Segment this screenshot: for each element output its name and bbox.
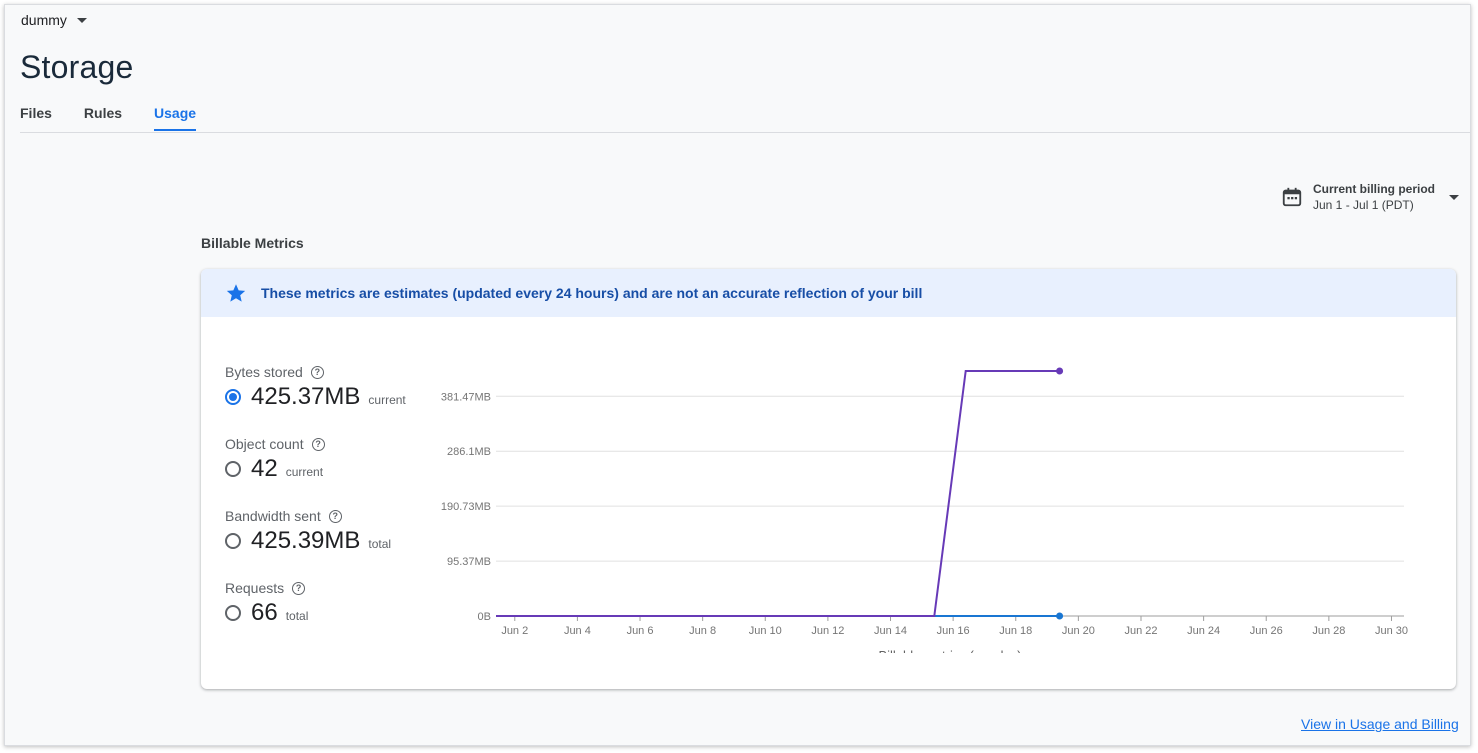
billing-period-range: Jun 1 - Jul 1 (PDT) bbox=[1313, 198, 1414, 212]
y-tick-label: 95.37MB bbox=[447, 556, 491, 568]
metric-label: Bytes stored ? bbox=[225, 363, 406, 381]
x-tick-label: Jun 12 bbox=[811, 625, 844, 637]
metric-value: 66 bbox=[251, 599, 278, 626]
bytes-stored-radio[interactable] bbox=[225, 389, 241, 405]
help-icon[interactable]: ? bbox=[311, 437, 325, 451]
y-tick-label: 190.73MB bbox=[441, 501, 491, 513]
x-axis-label: Billable metrics (per day) bbox=[878, 648, 1021, 653]
metric-label: Object count ? bbox=[225, 435, 406, 453]
metric-label-text: Object count bbox=[225, 436, 304, 452]
metric-value: 425.39MB bbox=[251, 527, 361, 554]
metric-label: Requests ? bbox=[225, 579, 406, 597]
notice-text: These metrics are estimates (updated eve… bbox=[261, 285, 923, 301]
metric-unit: total bbox=[285, 609, 309, 623]
chevron-down-icon bbox=[76, 17, 87, 23]
billing-period-title: Current billing period bbox=[1313, 182, 1435, 196]
metric-value-row: 425.37MB current bbox=[225, 383, 406, 411]
billing-period-text: Current billing period Jun 1 - Jul 1 (PD… bbox=[1313, 181, 1435, 213]
x-tick-label: Jun 18 bbox=[999, 625, 1032, 637]
metric-object-count: Object count ? 42 current bbox=[225, 435, 406, 507]
metric-unit: total bbox=[368, 537, 392, 551]
metric-requests: Requests ? 66 total bbox=[225, 579, 406, 651]
y-tick-label: 286.1MB bbox=[447, 446, 491, 458]
metric-value: 425.37MB bbox=[251, 383, 361, 410]
x-tick-label: Jun 10 bbox=[749, 625, 782, 637]
metric-value-row: 42 current bbox=[225, 455, 406, 483]
series-point bbox=[1056, 612, 1064, 620]
metric-value-row: 66 total bbox=[225, 599, 406, 627]
x-tick-label: Jun 8 bbox=[689, 625, 716, 637]
x-tick-label: Jun 6 bbox=[627, 625, 654, 637]
metric-bytes-stored: Bytes stored ? 425.37MB current bbox=[225, 363, 406, 435]
metric-bandwidth-sent: Bandwidth sent ? 425.39MB total bbox=[225, 507, 406, 579]
tab-files[interactable]: Files bbox=[20, 101, 52, 131]
metric-list: Bytes stored ? 425.37MB current Object c… bbox=[225, 363, 406, 651]
series-line bbox=[496, 370, 1060, 617]
y-tick-label: 0B bbox=[478, 611, 491, 623]
tab-rules[interactable]: Rules bbox=[84, 101, 122, 131]
tab-bar: Files Rules Usage bbox=[20, 101, 228, 131]
calendar-icon bbox=[1282, 187, 1302, 207]
x-tick-label: Jun 2 bbox=[501, 625, 528, 637]
x-tick-label: Jun 30 bbox=[1375, 625, 1408, 637]
x-tick-label: Jun 28 bbox=[1312, 625, 1345, 637]
tabs-divider bbox=[20, 132, 1470, 133]
metric-value: 42 bbox=[251, 455, 278, 482]
x-tick-label: Jun 20 bbox=[1062, 625, 1095, 637]
requests-radio[interactable] bbox=[225, 605, 241, 621]
chevron-down-icon bbox=[1449, 194, 1459, 200]
metric-unit: current bbox=[368, 393, 406, 407]
help-icon[interactable]: ? bbox=[292, 581, 306, 595]
x-tick-label: Jun 14 bbox=[874, 625, 907, 637]
metric-label-text: Requests bbox=[225, 580, 285, 596]
x-tick-label: Jun 26 bbox=[1250, 625, 1283, 637]
metric-value-row: 425.39MB total bbox=[225, 527, 406, 555]
x-tick-label: Jun 16 bbox=[937, 625, 970, 637]
help-icon[interactable]: ? bbox=[328, 509, 342, 523]
object-count-radio[interactable] bbox=[225, 461, 241, 477]
usage-billing-link[interactable]: View in Usage and Billing bbox=[1301, 716, 1459, 732]
project-name: dummy bbox=[21, 12, 67, 28]
estimate-notice: These metrics are estimates (updated eve… bbox=[201, 269, 1456, 317]
x-tick-label: Jun 24 bbox=[1187, 625, 1220, 637]
page-title: Storage bbox=[20, 49, 134, 85]
series-point bbox=[1056, 367, 1064, 375]
bandwidth-sent-radio[interactable] bbox=[225, 533, 241, 549]
storage-console-frame: dummy Storage Files Rules Usage Current … bbox=[4, 4, 1471, 746]
help-icon[interactable]: ? bbox=[310, 365, 324, 379]
x-tick-label: Jun 4 bbox=[564, 625, 591, 637]
billable-metrics-card: These metrics are estimates (updated eve… bbox=[201, 269, 1456, 689]
y-tick-label: 381.47MB bbox=[441, 391, 491, 403]
billing-period-selector[interactable]: Current billing period Jun 1 - Jul 1 (PD… bbox=[1281, 181, 1459, 213]
tab-usage[interactable]: Usage bbox=[154, 101, 197, 131]
metric-label: Bandwidth sent ? bbox=[225, 507, 406, 525]
project-selector[interactable]: dummy bbox=[21, 12, 87, 28]
usage-chart: 0B 95.37MB 190.73MB 286.1MB 381.47MB Jun 2 Jun… bbox=[441, 367, 1408, 653]
metric-unit: current bbox=[285, 465, 324, 479]
section-title: Billable Metrics bbox=[201, 235, 304, 251]
star-icon bbox=[226, 284, 246, 302]
metric-label-text: Bandwidth sent bbox=[225, 508, 321, 524]
x-tick-label: Jun 22 bbox=[1124, 625, 1157, 637]
metric-label-text: Bytes stored bbox=[225, 364, 303, 380]
